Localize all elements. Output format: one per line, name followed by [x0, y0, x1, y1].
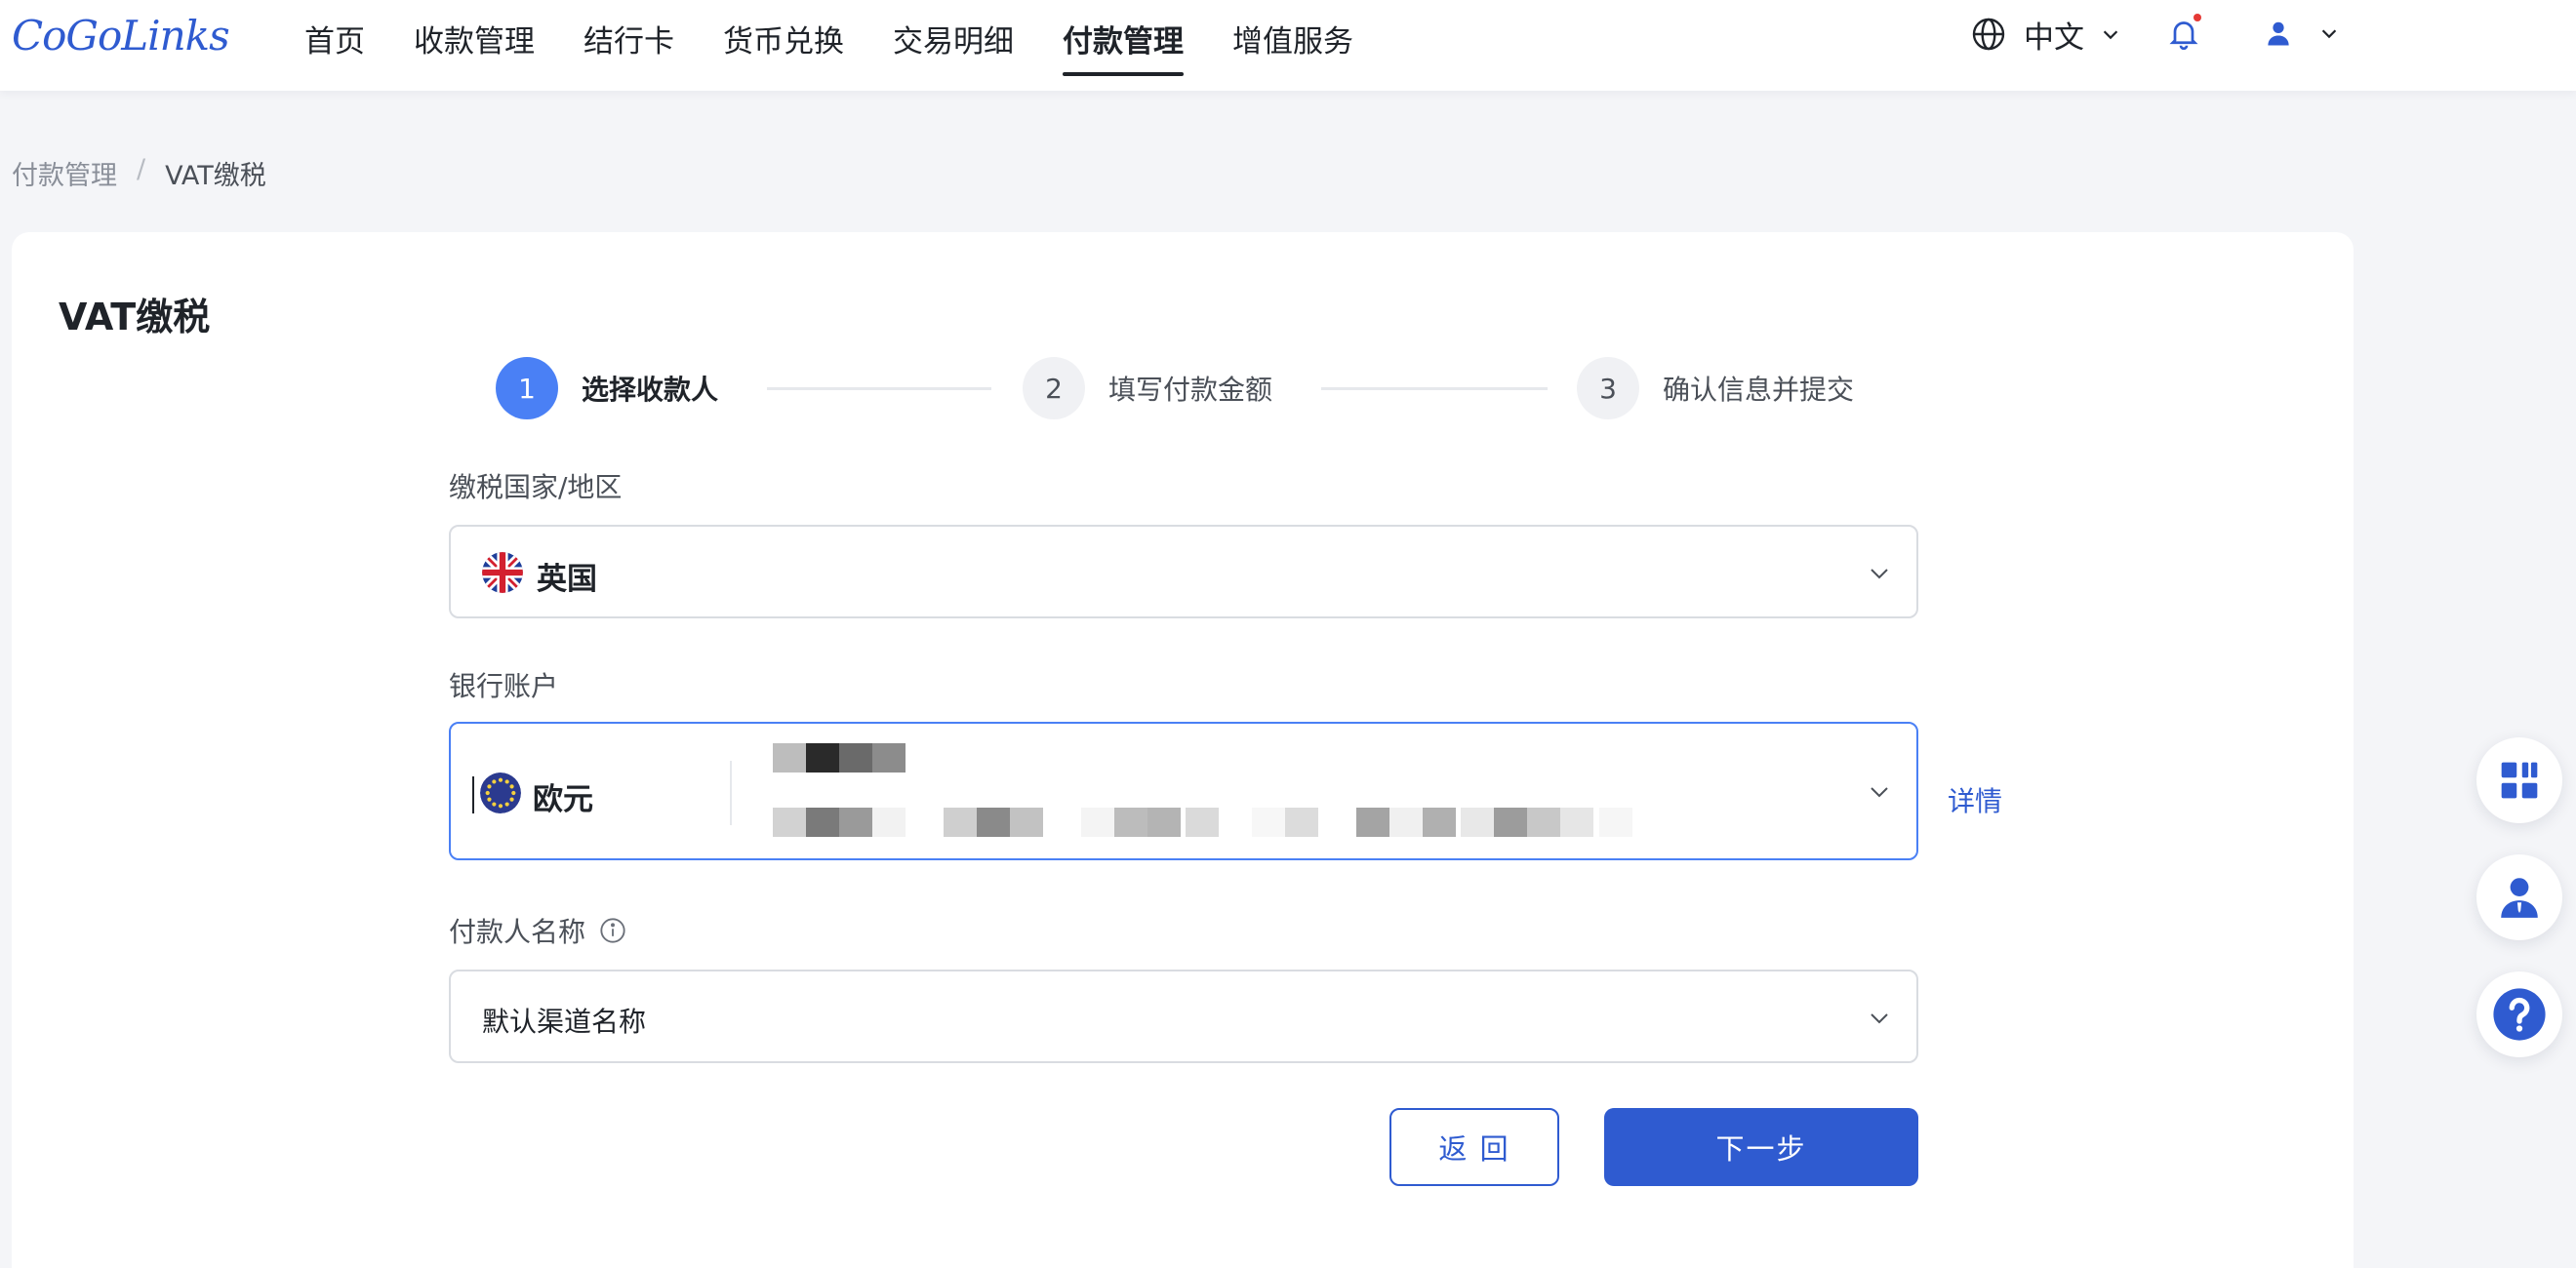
- breadcrumb-separator: /: [137, 154, 146, 184]
- chevron-down-icon: [2321, 29, 2337, 39]
- bank-account-label: 银行账户: [449, 670, 559, 702]
- language-switcher[interactable]: 中文: [1971, 13, 2121, 57]
- header-actions: 中文: [1971, 0, 2337, 68]
- bank-account-details-link[interactable]: 详情: [1948, 780, 2002, 819]
- step-connector: [1321, 387, 1548, 390]
- chevron-down-icon: [1871, 787, 1888, 798]
- notification-dot: [2194, 14, 2201, 21]
- main-card: VAT缴税 1 选择收款人 2 填写付款金额 3 确认信息并提交 缴税国家/地区: [12, 232, 2354, 1268]
- brand-logo[interactable]: CoGoLinks: [12, 12, 230, 59]
- user-icon: [2268, 21, 2289, 46]
- step-number: 2: [1023, 357, 1085, 419]
- apps-grid-icon: [2501, 762, 2538, 799]
- apps-grid-button[interactable]: [2476, 737, 2562, 823]
- nav-item-payments[interactable]: 付款管理: [1063, 0, 1184, 76]
- payer-name-label: 付款人名称: [449, 911, 626, 950]
- step-1: 1 选择收款人: [496, 357, 718, 419]
- step-3: 3 确认信息并提交: [1577, 357, 1854, 419]
- text-cursor: [472, 776, 474, 813]
- divider: [730, 761, 732, 825]
- eu-flag-icon: [480, 773, 521, 813]
- step-number: 3: [1577, 357, 1639, 419]
- step-label: 选择收款人: [582, 374, 719, 406]
- uk-flag-icon: [482, 552, 523, 593]
- step-number: 1: [496, 357, 558, 419]
- customer-service-button[interactable]: [2476, 854, 2562, 940]
- language-label: 中文: [2024, 20, 2084, 56]
- masked-account-number: [773, 808, 1632, 837]
- nav-item-transactions[interactable]: 交易明细: [893, 0, 1014, 76]
- masked-account-name: [773, 743, 906, 773]
- payer-name-value: 默认渠道名称: [482, 1006, 647, 1038]
- chevron-down-icon: [1871, 1013, 1888, 1024]
- nav-item-settlement-card[interactable]: 结行卡: [584, 0, 674, 76]
- country-value: 英国: [537, 562, 597, 597]
- notification-button[interactable]: [2166, 14, 2201, 53]
- globe-icon: [1972, 18, 2005, 51]
- step-2: 2 填写付款金额: [1023, 357, 1272, 419]
- nav-item-value-added[interactable]: 增值服务: [1232, 0, 1353, 76]
- nav-item-currency-exchange[interactable]: 货币兑换: [723, 0, 844, 76]
- user-menu[interactable]: [2264, 18, 2340, 49]
- currency-value: 欧元: [533, 782, 593, 817]
- step-label: 填写付款金额: [1108, 374, 1273, 406]
- breadcrumb-parent[interactable]: 付款管理: [12, 154, 117, 192]
- chevron-down-icon: [2103, 30, 2118, 40]
- page-title: VAT缴税: [59, 296, 211, 338]
- customer-service-icon: [2501, 878, 2538, 918]
- payer-name-select[interactable]: 默认渠道名称: [449, 970, 1918, 1063]
- help-icon: [2493, 988, 2546, 1041]
- main-nav: 首页 收款管理 结行卡 货币兑换 交易明细 付款管理 增值服务: [304, 0, 1402, 91]
- back-button[interactable]: 返 回: [1389, 1108, 1559, 1186]
- country-label: 缴税国家/地区: [449, 471, 623, 503]
- breadcrumb-current: VAT缴税: [165, 161, 266, 191]
- bank-account-select[interactable]: 欧元: [449, 722, 1918, 860]
- top-header: CoGoLinks 首页 收款管理 结行卡 货币兑换 交易明细 付款管理 增值服…: [0, 0, 2576, 91]
- country-select[interactable]: 英国: [449, 525, 1918, 618]
- breadcrumb: 付款管理 / VAT缴税: [12, 154, 266, 192]
- next-step-button[interactable]: 下一步: [1604, 1108, 1918, 1186]
- step-label: 确认信息并提交: [1663, 374, 1855, 406]
- nav-item-collections[interactable]: 收款管理: [414, 0, 535, 76]
- help-button[interactable]: [2476, 971, 2562, 1057]
- step-connector: [767, 387, 991, 390]
- nav-item-home[interactable]: 首页: [304, 0, 365, 76]
- info-icon[interactable]: [599, 917, 626, 944]
- payer-name-label-text: 付款人名称: [449, 916, 586, 948]
- chevron-down-icon: [1871, 569, 1888, 579]
